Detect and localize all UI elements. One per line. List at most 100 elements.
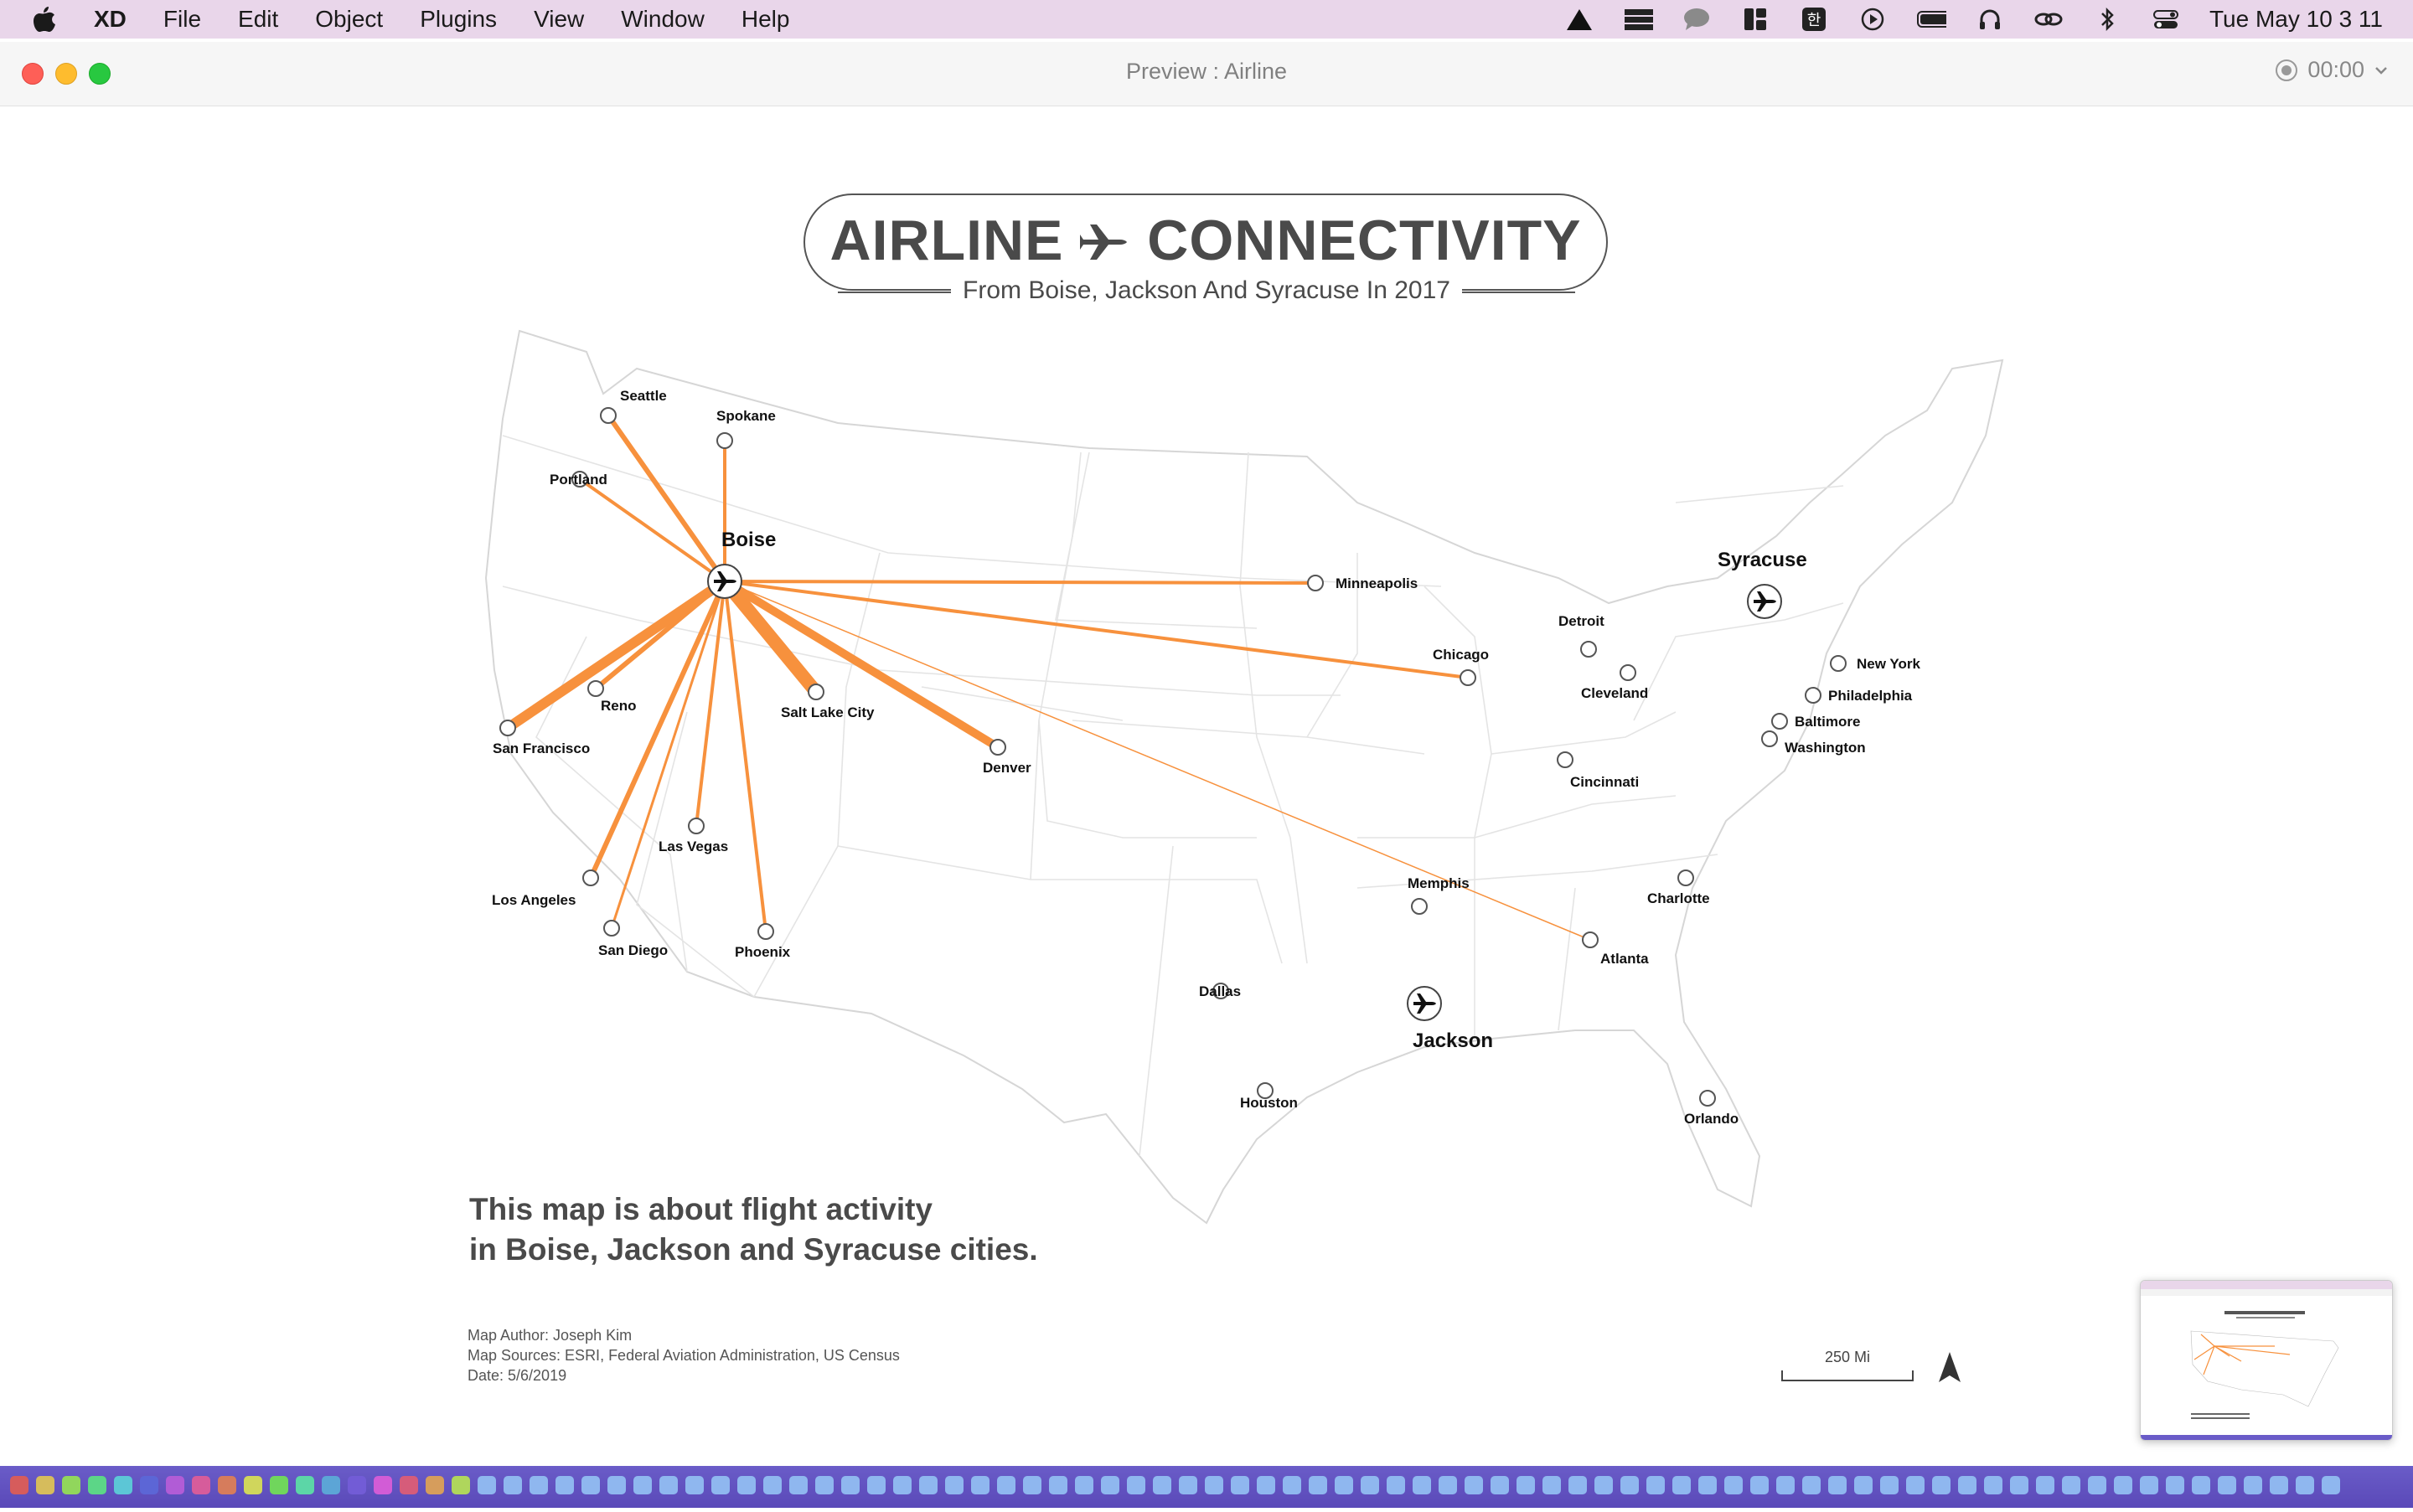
dock-app-icon[interactable] bbox=[1205, 1476, 1223, 1494]
dock-app-icon[interactable] bbox=[2218, 1476, 2236, 1494]
dock-icons[interactable] bbox=[0, 1466, 2413, 1508]
dock-app-icon[interactable] bbox=[1594, 1476, 1613, 1494]
dock-app-icon[interactable] bbox=[62, 1476, 80, 1494]
dock-app-icon[interactable] bbox=[1802, 1476, 1821, 1494]
dock-app-icon[interactable] bbox=[2088, 1476, 2106, 1494]
dock-app-icon[interactable] bbox=[2192, 1476, 2210, 1494]
dock-app-icon[interactable] bbox=[2244, 1476, 2262, 1494]
dock-app-icon[interactable] bbox=[1439, 1476, 1457, 1494]
dock-app-icon[interactable] bbox=[140, 1476, 158, 1494]
drive-icon[interactable] bbox=[1564, 7, 1594, 32]
dock-app-icon[interactable] bbox=[1984, 1476, 2002, 1494]
dock-app-icon[interactable] bbox=[2166, 1476, 2184, 1494]
play-icon[interactable] bbox=[1858, 7, 1888, 32]
city-marker-chicago[interactable] bbox=[1460, 669, 1476, 686]
dock-app-icon[interactable] bbox=[2062, 1476, 2080, 1494]
dock-app-icon[interactable] bbox=[2140, 1476, 2158, 1494]
dock-app-icon[interactable] bbox=[1465, 1476, 1483, 1494]
record-icon[interactable] bbox=[2274, 58, 2299, 83]
menu-object[interactable]: Object bbox=[315, 6, 383, 33]
dock-app-icon[interactable] bbox=[1568, 1476, 1587, 1494]
city-marker-orlando[interactable] bbox=[1699, 1090, 1716, 1107]
dock-app-icon[interactable] bbox=[2296, 1476, 2314, 1494]
dock-app-icon[interactable] bbox=[971, 1476, 989, 1494]
menu-file[interactable]: File bbox=[163, 6, 201, 33]
dock-app-icon[interactable] bbox=[1880, 1476, 1899, 1494]
dock-app-icon[interactable] bbox=[1309, 1476, 1327, 1494]
dock-app-icon[interactable] bbox=[1179, 1476, 1197, 1494]
city-marker-minneapolis[interactable] bbox=[1307, 575, 1324, 591]
city-marker-denver[interactable] bbox=[989, 739, 1006, 756]
dock-app-icon[interactable] bbox=[1750, 1476, 1769, 1494]
dock-app-icon[interactable] bbox=[659, 1476, 678, 1494]
dock-app-icon[interactable] bbox=[1828, 1476, 1847, 1494]
city-marker-atlanta[interactable] bbox=[1582, 931, 1599, 948]
battery-icon[interactable] bbox=[1916, 7, 1946, 32]
city-marker-new-york[interactable] bbox=[1830, 655, 1847, 672]
dock-app-icon[interactable] bbox=[2270, 1476, 2288, 1494]
dock-app-icon[interactable] bbox=[581, 1476, 600, 1494]
dock-app-icon[interactable] bbox=[270, 1476, 288, 1494]
dock-app-icon[interactable] bbox=[789, 1476, 808, 1494]
city-marker-memphis[interactable] bbox=[1411, 898, 1428, 915]
dock-app-icon[interactable] bbox=[452, 1476, 470, 1494]
dock-app-icon[interactable] bbox=[1672, 1476, 1691, 1494]
menu-clock[interactable]: Tue May 10 3 11 bbox=[2209, 6, 2383, 33]
dock-app-icon[interactable] bbox=[114, 1476, 132, 1494]
dock-app-icon[interactable] bbox=[10, 1476, 28, 1494]
dock-app-icon[interactable] bbox=[815, 1476, 834, 1494]
hub-syracuse[interactable]: Syracuse bbox=[1718, 549, 1807, 619]
dock-app-icon[interactable] bbox=[1283, 1476, 1301, 1494]
dock-app-icon[interactable] bbox=[504, 1476, 522, 1494]
dock-app-icon[interactable] bbox=[1776, 1476, 1795, 1494]
menu-edit[interactable]: Edit bbox=[238, 6, 278, 33]
menu-window[interactable]: Window bbox=[621, 6, 705, 33]
input-method-icon[interactable]: 한 bbox=[1799, 7, 1829, 32]
city-marker-salt-lake-city[interactable] bbox=[808, 684, 824, 700]
dock-app-icon[interactable] bbox=[997, 1476, 1015, 1494]
city-marker-philadelphia[interactable] bbox=[1805, 687, 1821, 704]
dock-app-icon[interactable] bbox=[1542, 1476, 1561, 1494]
dock-app-icon[interactable] bbox=[1075, 1476, 1093, 1494]
dock-app-icon[interactable] bbox=[1491, 1476, 1509, 1494]
city-marker-spokane[interactable] bbox=[716, 432, 733, 449]
city-marker-reno[interactable] bbox=[587, 680, 604, 697]
dock-app-icon[interactable] bbox=[400, 1476, 418, 1494]
chevron-down-icon[interactable] bbox=[2373, 62, 2390, 79]
dock-app-icon[interactable] bbox=[374, 1476, 392, 1494]
dock-app-icon[interactable] bbox=[1387, 1476, 1405, 1494]
dock-app-icon[interactable] bbox=[1231, 1476, 1249, 1494]
city-marker-baltimore[interactable] bbox=[1771, 713, 1788, 730]
dock-app-icon[interactable] bbox=[322, 1476, 340, 1494]
dock-app-icon[interactable] bbox=[1724, 1476, 1743, 1494]
chat-icon[interactable] bbox=[1682, 7, 1712, 32]
layers-icon[interactable] bbox=[1623, 7, 1653, 32]
menu-plugins[interactable]: Plugins bbox=[420, 6, 497, 33]
dock-app-icon[interactable] bbox=[1335, 1476, 1353, 1494]
record-control[interactable]: 00:00 bbox=[2274, 57, 2390, 83]
dock-app-icon[interactable] bbox=[88, 1476, 106, 1494]
dock-app-icon[interactable] bbox=[166, 1476, 184, 1494]
dock-app-icon[interactable] bbox=[1413, 1476, 1431, 1494]
dock-app-icon[interactable] bbox=[1023, 1476, 1041, 1494]
dock-app-icon[interactable] bbox=[478, 1476, 496, 1494]
dock-app-icon[interactable] bbox=[763, 1476, 782, 1494]
dock-app-icon[interactable] bbox=[2036, 1476, 2054, 1494]
dock-app-icon[interactable] bbox=[919, 1476, 938, 1494]
dock-app-icon[interactable] bbox=[1932, 1476, 1951, 1494]
dock-app-icon[interactable] bbox=[737, 1476, 756, 1494]
dock-app-icon[interactable] bbox=[1257, 1476, 1275, 1494]
dock-app-icon[interactable] bbox=[1698, 1476, 1717, 1494]
dock-app-icon[interactable] bbox=[1127, 1476, 1145, 1494]
dock-app-icon[interactable] bbox=[244, 1476, 262, 1494]
dock-app-icon[interactable] bbox=[2114, 1476, 2132, 1494]
city-marker-phoenix[interactable] bbox=[757, 923, 774, 940]
dock-app-icon[interactable] bbox=[1049, 1476, 1067, 1494]
dock-app-icon[interactable] bbox=[1620, 1476, 1639, 1494]
city-marker-detroit[interactable] bbox=[1580, 641, 1597, 658]
bluetooth-icon[interactable] bbox=[2092, 7, 2122, 32]
apple-icon[interactable] bbox=[32, 5, 57, 34]
city-marker-cleveland[interactable] bbox=[1620, 664, 1636, 681]
dock-app-icon[interactable] bbox=[218, 1476, 236, 1494]
dock-app-icon[interactable] bbox=[36, 1476, 54, 1494]
